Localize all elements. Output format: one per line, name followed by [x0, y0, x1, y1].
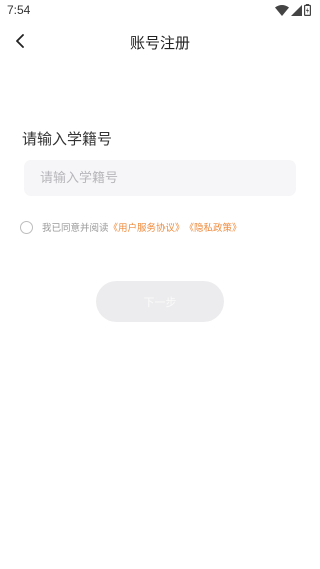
student-id-label: 请输入学籍号 — [22, 130, 113, 148]
battery-icon — [304, 4, 311, 16]
privacy-policy-link[interactable]: 《隐私政策》 — [185, 220, 242, 234]
agreement-text: 我已同意并阅读 — [42, 223, 109, 234]
status-icons — [275, 4, 311, 16]
status-time: 7:54 — [7, 3, 31, 17]
page-title: 账号注册 — [129, 34, 190, 52]
nav-bar: 账号注册 — [0, 22, 320, 62]
agreement-checkbox[interactable] — [20, 220, 33, 234]
student-id-input[interactable] — [24, 160, 296, 196]
user-agreement-link[interactable]: 《用户服务协议》 — [109, 220, 185, 234]
cellular-signal-icon — [291, 4, 302, 16]
wifi-icon — [275, 4, 289, 16]
next-step-button[interactable]: 下一步 — [96, 281, 224, 322]
status-bar: 7:54 — [0, 0, 320, 22]
agreement-row: 我已同意并阅读 《用户服务协议》 《隐私政策》 — [20, 220, 242, 234]
